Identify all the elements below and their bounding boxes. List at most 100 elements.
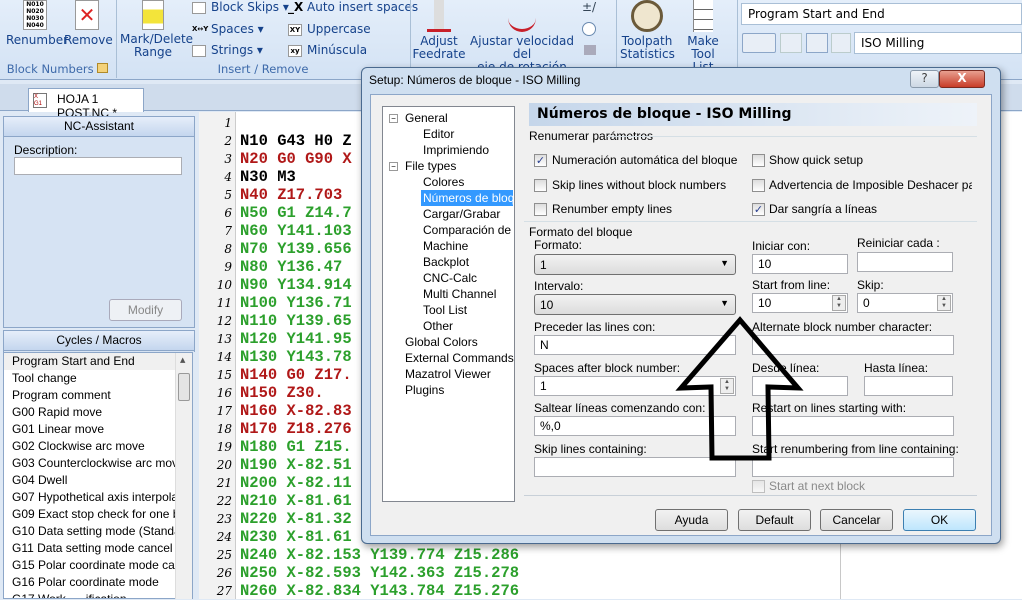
code-line[interactable]: N80 Y136.47: [240, 258, 342, 276]
start-next-block-checkbox[interactable]: [752, 480, 765, 493]
renumber-button[interactable]: N010 N020 N030 N040 Renumber: [6, 0, 68, 47]
code-line[interactable]: N150 Z30.: [240, 384, 324, 402]
settings-tree[interactable]: − General Editor Imprimiendo − File types Colo…: [382, 106, 515, 502]
cycle-item[interactable]: G16 Polar coordinate mode: [4, 574, 176, 591]
tree-item[interactable]: Backplot: [421, 254, 471, 270]
ajustar-velocidad-button[interactable]: Ajustar velocidad deleje de rotación: [466, 0, 578, 74]
code-line[interactable]: N30 M3: [240, 168, 296, 186]
ayuda-button[interactable]: Ayuda: [655, 509, 728, 531]
code-line[interactable]: N120 Y141.95: [240, 330, 352, 348]
skip-lines-checkbox[interactable]: [534, 179, 547, 192]
tree-item[interactable]: Plugins: [403, 382, 446, 398]
help-button[interactable]: ?: [910, 70, 939, 88]
tree-item[interactable]: Números de bloque: [421, 190, 513, 206]
auto-insert-spaces-button[interactable]: _X Auto insert spaces: [288, 0, 418, 14]
strings-button[interactable]: Strings ▾: [192, 43, 263, 57]
code-line[interactable]: N90 Y134.914: [240, 276, 352, 294]
code-line[interactable]: N210 X-81.61: [240, 492, 352, 510]
code-line[interactable]: N70 Y139.656: [240, 240, 352, 258]
auto-numbering-checkbox[interactable]: ✓: [534, 154, 547, 167]
eraser-icon[interactable]: [584, 45, 596, 55]
cycle-item[interactable]: Program comment: [4, 387, 176, 404]
gear-icon[interactable]: [831, 33, 851, 53]
code-line[interactable]: N110 Y139.65: [240, 312, 352, 330]
machine-combo[interactable]: ISO Milling: [854, 32, 1022, 54]
tree-item[interactable]: File types: [403, 158, 458, 174]
code-line[interactable]: N230 X-81.61: [240, 528, 352, 546]
macro-combo[interactable]: Program Start and End: [741, 3, 1022, 25]
tree-item[interactable]: General: [403, 110, 450, 126]
cycle-item[interactable]: Program Start and End: [4, 353, 176, 370]
advertencia-checkbox[interactable]: [752, 179, 765, 192]
tab-hoja-1-post[interactable]: X G1 HOJA 1 POST.NC *: [28, 88, 144, 120]
code-line[interactable]: N250 X-82.593 Y142.363 Z15.278: [240, 564, 519, 582]
tree-item[interactable]: Cargar/Grabar: [421, 206, 502, 222]
tree-item[interactable]: Comparación de archivos: [421, 222, 513, 238]
hasta-input[interactable]: [864, 376, 953, 396]
cycle-item[interactable]: G15 Polar coordinate mode can...: [4, 557, 176, 574]
description-input[interactable]: [14, 157, 182, 175]
code-line[interactable]: N100 Y136.71: [240, 294, 352, 312]
tree-item[interactable]: Imprimiendo: [421, 142, 491, 158]
remove-button[interactable]: ✕ Remove: [64, 0, 113, 47]
close-button[interactable]: X: [939, 70, 985, 88]
mark-delete-range-button[interactable]: Mark/Delete Range: [120, 0, 193, 59]
tree-item[interactable]: Other: [421, 318, 455, 334]
code-line[interactable]: N50 G1 Z14.7: [240, 204, 352, 222]
cycle-item[interactable]: Tool change: [4, 370, 176, 387]
tree-item[interactable]: Tool List: [421, 302, 469, 318]
cycle-item[interactable]: G02 Clockwise arc move: [4, 438, 176, 455]
scrollbar-thumb[interactable]: [178, 373, 190, 401]
cycles-scrollbar[interactable]: ▲: [175, 353, 192, 599]
tree-item[interactable]: Mazatrol Viewer: [403, 366, 493, 382]
code-line[interactable]: N160 X-82.83: [240, 402, 352, 420]
reiniciar-input[interactable]: [857, 252, 953, 272]
code-line[interactable]: N190 X-82.51: [240, 456, 352, 474]
code-line[interactable]: N130 Y143.78: [240, 348, 352, 366]
code-line[interactable]: N140 G0 Z17.: [240, 366, 352, 384]
modify-button[interactable]: Modify: [109, 299, 182, 321]
cycle-item[interactable]: G07 Hypothetical axis interpolati...: [4, 489, 176, 506]
uppercase-button[interactable]: XY Uppercase: [288, 22, 371, 36]
code-line[interactable]: N40 Z17.703: [240, 186, 342, 204]
default-button[interactable]: Default: [738, 509, 811, 531]
code-line[interactable]: N260 X-82.834 Y143.784 Z15.276: [240, 582, 519, 600]
calc-icon[interactable]: ±/: [582, 0, 596, 14]
cycle-item[interactable]: G10 Data setting mode (Standa...: [4, 523, 176, 540]
tree-item[interactable]: Machine: [421, 238, 470, 254]
spinner-icon[interactable]: ▲ ▼: [832, 295, 846, 311]
code-line[interactable]: N10 G43 H0 Z: [240, 132, 352, 150]
cycle-item[interactable]: G01 Linear move: [4, 421, 176, 438]
dar-sangria-checkbox[interactable]: ✓: [752, 203, 765, 216]
adjust-feedrate-button[interactable]: Adjust Feedrate: [412, 0, 466, 61]
code-line[interactable]: N200 X-82.11: [240, 474, 352, 492]
block-skips-button[interactable]: Block Skips ▾: [192, 0, 289, 14]
tree-item[interactable]: Editor: [421, 126, 456, 142]
minuscula-button[interactable]: xy Minúscula: [288, 43, 367, 57]
cancelar-button[interactable]: Cancelar: [820, 509, 893, 531]
code-line[interactable]: N180 G1 Z15.: [240, 438, 352, 456]
formato-dropdown[interactable]: 1 ▼: [534, 254, 736, 275]
cycle-item[interactable]: G04 Dwell: [4, 472, 176, 489]
make-tool-list-button[interactable]: Make ToolList: [674, 0, 732, 74]
show-quick-setup-checkbox[interactable]: [752, 154, 765, 167]
tree-item[interactable]: Colores: [421, 174, 466, 190]
zoom-icon[interactable]: [780, 33, 802, 53]
code-line[interactable]: N60 Y141.103: [240, 222, 352, 240]
cycle-item[interactable]: G03 Counterclockwise arc move: [4, 455, 176, 472]
spinner-icon[interactable]: ▲ ▼: [937, 295, 951, 311]
tree-item[interactable]: Multi Channel: [421, 286, 498, 302]
tree-item[interactable]: CNC-Calc: [421, 270, 479, 286]
renumber-empty-checkbox[interactable]: [534, 203, 547, 216]
code-line[interactable]: N220 X-81.32: [240, 510, 352, 528]
key-icon[interactable]: [806, 33, 828, 53]
code-line[interactable]: N170 Z18.276: [240, 420, 352, 438]
tree-item[interactable]: External Commands: [403, 350, 516, 366]
collapse-icon[interactable]: −: [389, 114, 398, 123]
cycle-item[interactable]: G00 Rapid move: [4, 404, 176, 421]
cycle-item[interactable]: G17 Work......ification: [4, 591, 176, 598]
cycle-item[interactable]: G11 Data setting mode cancel: [4, 540, 176, 557]
ok-button[interactable]: OK: [903, 509, 976, 531]
cycle-item[interactable]: G09 Exact stop check for one b...: [4, 506, 176, 523]
skip-input[interactable]: 0 ▲ ▼: [857, 293, 953, 313]
